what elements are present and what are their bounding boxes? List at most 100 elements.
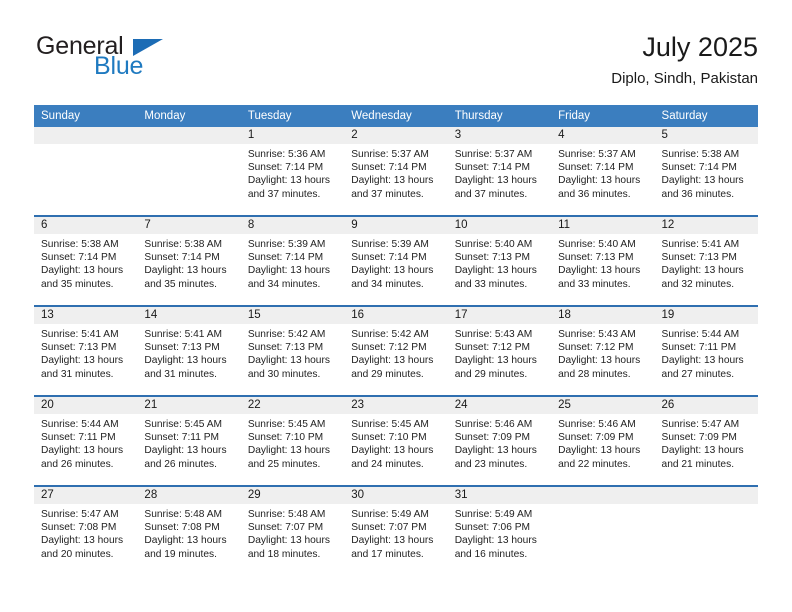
- day-cell-inner: 30 Sunrise: 5:49 AM Sunset: 7:07 PM Dayligh…: [344, 487, 448, 575]
- calendar-day-cell[interactable]: 31 Sunrise: 5:49 AM Sunset: 7:06 PM Dayligh…: [447, 485, 552, 575]
- daylight-text-line1: Daylight: 13 hours: [41, 265, 124, 277]
- daylight-text-line1: Daylight: 13 hours: [351, 265, 434, 277]
- daylight-text-line1: Daylight: 13 hours: [454, 355, 537, 367]
- day-cell-inner: 3 Sunrise: 5:37 AM Sunset: 7:14 PM Daylight…: [447, 127, 552, 215]
- calendar-day-cell[interactable]: 2 Sunrise: 5:37 AM Sunset: 7:14 PM Daylight…: [344, 127, 448, 216]
- day-details: Sunrise: 5:46 AM Sunset: 7:09 PM Daylight:…: [448, 414, 551, 471]
- calendar-day-cell[interactable]: 6 Sunrise: 5:38 AM Sunset: 7:14 PM Daylight…: [34, 215, 138, 306]
- day-cell-inner: 5 Sunrise: 5:38 AM Sunset: 7:14 PM Daylight…: [654, 127, 758, 215]
- general-blue-logo[interactable]: General Blue: [34, 32, 234, 90]
- daylight-text-line2: and 35 minutes.: [41, 278, 114, 290]
- day-details: Sunrise: 5:40 AM Sunset: 7:13 PM Daylight:…: [551, 234, 654, 291]
- daylight-text-line1: Daylight: 13 hours: [41, 535, 124, 547]
- calendar-day-cell[interactable]: 17 Sunrise: 5:43 AM Sunset: 7:12 PM Dayligh…: [447, 305, 552, 396]
- sunrise-text: Sunrise: 5:43 AM: [454, 329, 533, 340]
- calendar-day-cell[interactable]: 22 Sunrise: 5:45 AM Sunset: 7:10 PM Dayligh…: [240, 395, 345, 486]
- daylight-text-line2: and 36 minutes.: [661, 188, 735, 200]
- sunset-text: Sunset: 7:14 PM: [661, 162, 737, 174]
- daylight-text-line1: Daylight: 13 hours: [351, 355, 434, 367]
- calendar-day-cell[interactable]: 25 Sunrise: 5:46 AM Sunset: 7:09 PM Dayligh…: [551, 395, 655, 486]
- day-details: Sunrise: 5:38 AM Sunset: 7:14 PM Daylight:…: [137, 234, 240, 291]
- sunset-text: Sunset: 7:14 PM: [144, 252, 220, 264]
- daylight-text-line1: Daylight: 13 hours: [144, 265, 227, 277]
- daylight-text-line2: and 32 minutes.: [661, 278, 735, 290]
- sunrise-text: Sunrise: 5:49 AM: [351, 509, 429, 520]
- day-number: 23: [344, 397, 448, 414]
- calendar-day-cell[interactable]: 3 Sunrise: 5:37 AM Sunset: 7:14 PM Daylight…: [447, 127, 552, 216]
- calendar-day-cell[interactable]: 16 Sunrise: 5:42 AM Sunset: 7:12 PM Dayligh…: [344, 305, 448, 396]
- daylight-text-line1: Daylight: 13 hours: [247, 445, 330, 457]
- day-cell-inner: 28 Sunrise: 5:48 AM Sunset: 7:08 PM Dayligh…: [137, 487, 241, 575]
- calendar-day-cell[interactable]: 8 Sunrise: 5:39 AM Sunset: 7:14 PM Daylight…: [240, 215, 345, 306]
- calendar-day-cell[interactable]: 11 Sunrise: 5:40 AM Sunset: 7:13 PM Dayligh…: [551, 215, 655, 306]
- calendar-day-cell[interactable]: 28 Sunrise: 5:48 AM Sunset: 7:08 PM Dayligh…: [137, 485, 241, 575]
- sunset-text: Sunset: 7:14 PM: [351, 252, 427, 264]
- calendar-day-cell[interactable]: 4 Sunrise: 5:37 AM Sunset: 7:14 PM Daylight…: [551, 127, 655, 216]
- sunset-text: Sunset: 7:14 PM: [41, 252, 117, 264]
- calendar-day-cell[interactable]: 27 Sunrise: 5:47 AM Sunset: 7:08 PM Dayligh…: [34, 485, 138, 575]
- day-cell-inner: 10 Sunrise: 5:40 AM Sunset: 7:13 PM Dayligh…: [447, 217, 552, 305]
- calendar-day-cell[interactable]: 21 Sunrise: 5:45 AM Sunset: 7:11 PM Dayligh…: [137, 395, 241, 486]
- daylight-text-line2: and 22 minutes.: [558, 458, 631, 470]
- daylight-text-line1: Daylight: 13 hours: [247, 265, 330, 277]
- calendar-page: General Blue July 2025 Diplo, Sindh, Pak…: [0, 0, 792, 612]
- sunrise-text: Sunrise: 5:47 AM: [41, 509, 119, 520]
- calendar-day-cell[interactable]: 30 Sunrise: 5:49 AM Sunset: 7:07 PM Dayligh…: [344, 485, 448, 575]
- calendar-table: Sunday Monday Tuesday Wednesday Thursday…: [34, 105, 758, 575]
- sunrise-text: Sunrise: 5:37 AM: [558, 149, 636, 160]
- day-cell-inner: 26 Sunrise: 5:47 AM Sunset: 7:09 PM Dayligh…: [654, 397, 758, 485]
- day-details: Sunrise: 5:43 AM Sunset: 7:12 PM Daylight:…: [551, 324, 654, 381]
- calendar-day-cell[interactable]: 5 Sunrise: 5:38 AM Sunset: 7:14 PM Daylight…: [654, 127, 758, 216]
- calendar-day-cell[interactable]: 7 Sunrise: 5:38 AM Sunset: 7:14 PM Daylight…: [137, 215, 241, 306]
- daylight-text-line2: and 34 minutes.: [351, 278, 424, 290]
- calendar-day-cell[interactable]: 19 Sunrise: 5:44 AM Sunset: 7:11 PM Dayligh…: [654, 305, 758, 396]
- calendar-day-cell[interactable]: 1 Sunrise: 5:36 AM Sunset: 7:14 PM Daylight…: [240, 127, 345, 216]
- day-details: Sunrise: 5:37 AM Sunset: 7:14 PM Daylight:…: [344, 144, 447, 201]
- sunrise-text: Sunrise: 5:40 AM: [454, 239, 533, 250]
- sunrise-text: Sunrise: 5:43 AM: [558, 329, 636, 340]
- calendar-week-row: 1 Sunrise: 5:36 AM Sunset: 7:14 PM Daylight…: [34, 127, 758, 216]
- calendar-day-cell[interactable]: 13 Sunrise: 5:41 AM Sunset: 7:13 PM Dayligh…: [34, 305, 138, 396]
- day-details: Sunrise: 5:42 AM Sunset: 7:12 PM Daylight:…: [344, 324, 447, 381]
- day-number: 2: [344, 127, 448, 144]
- sunrise-text: Sunrise: 5:45 AM: [144, 419, 223, 430]
- sunrise-text: Sunrise: 5:41 AM: [144, 329, 223, 340]
- calendar-day-cell[interactable]: 10 Sunrise: 5:40 AM Sunset: 7:13 PM Dayligh…: [447, 215, 552, 306]
- day-details: Sunrise: 5:49 AM Sunset: 7:07 PM Daylight:…: [344, 504, 447, 561]
- day-details: Sunrise: 5:42 AM Sunset: 7:13 PM Daylight:…: [241, 324, 344, 381]
- sunrise-text: Sunrise: 5:41 AM: [41, 329, 119, 340]
- day-details: Sunrise: 5:44 AM Sunset: 7:11 PM Daylight:…: [34, 414, 137, 471]
- calendar-day-cell[interactable]: 23 Sunrise: 5:45 AM Sunset: 7:10 PM Dayligh…: [344, 395, 448, 486]
- daylight-text-line1: Daylight: 13 hours: [351, 175, 434, 187]
- day-details: Sunrise: 5:37 AM Sunset: 7:14 PM Daylight:…: [448, 144, 551, 201]
- day-number: 27: [34, 487, 138, 504]
- calendar-day-cell[interactable]: 26 Sunrise: 5:47 AM Sunset: 7:09 PM Dayligh…: [654, 395, 758, 486]
- calendar-day-cell: [654, 485, 758, 575]
- calendar-day-cell[interactable]: 24 Sunrise: 5:46 AM Sunset: 7:09 PM Dayligh…: [447, 395, 552, 486]
- calendar-day-cell[interactable]: 29 Sunrise: 5:48 AM Sunset: 7:07 PM Dayligh…: [240, 485, 345, 575]
- day-cell-inner: 29 Sunrise: 5:48 AM Sunset: 7:07 PM Dayligh…: [240, 487, 345, 575]
- day-number: 30: [344, 487, 448, 504]
- sunrise-text: Sunrise: 5:49 AM: [454, 509, 533, 520]
- weekday-header-friday: Friday: [551, 105, 655, 127]
- day-cell-inner: 24 Sunrise: 5:46 AM Sunset: 7:09 PM Dayligh…: [447, 397, 552, 485]
- calendar-day-cell[interactable]: 18 Sunrise: 5:43 AM Sunset: 7:12 PM Dayligh…: [551, 305, 655, 396]
- calendar-week-row: 6 Sunrise: 5:38 AM Sunset: 7:14 PM Daylight…: [34, 215, 758, 306]
- calendar-day-cell[interactable]: 9 Sunrise: 5:39 AM Sunset: 7:14 PM Daylight…: [344, 215, 448, 306]
- day-number: [137, 127, 241, 144]
- calendar-day-cell[interactable]: 14 Sunrise: 5:41 AM Sunset: 7:13 PM Dayligh…: [137, 305, 241, 396]
- day-number: [654, 487, 758, 504]
- calendar-day-cell[interactable]: 12 Sunrise: 5:41 AM Sunset: 7:13 PM Dayligh…: [654, 215, 758, 306]
- calendar-day-cell[interactable]: 20 Sunrise: 5:44 AM Sunset: 7:11 PM Dayligh…: [34, 395, 138, 486]
- day-number: 21: [137, 397, 241, 414]
- sunset-text: Sunset: 7:13 PM: [247, 342, 324, 354]
- weekday-header-sunday: Sunday: [34, 105, 138, 127]
- day-cell-inner: [34, 127, 138, 215]
- calendar-day-cell[interactable]: 15 Sunrise: 5:42 AM Sunset: 7:13 PM Dayligh…: [240, 305, 345, 396]
- sunset-text: Sunset: 7:14 PM: [558, 162, 634, 174]
- logo-text-blue: Blue: [94, 52, 144, 80]
- day-cell-inner: 8 Sunrise: 5:39 AM Sunset: 7:14 PM Daylight…: [240, 217, 345, 305]
- day-number: 6: [34, 217, 138, 234]
- day-number: 31: [447, 487, 552, 504]
- sunset-text: Sunset: 7:11 PM: [144, 432, 219, 444]
